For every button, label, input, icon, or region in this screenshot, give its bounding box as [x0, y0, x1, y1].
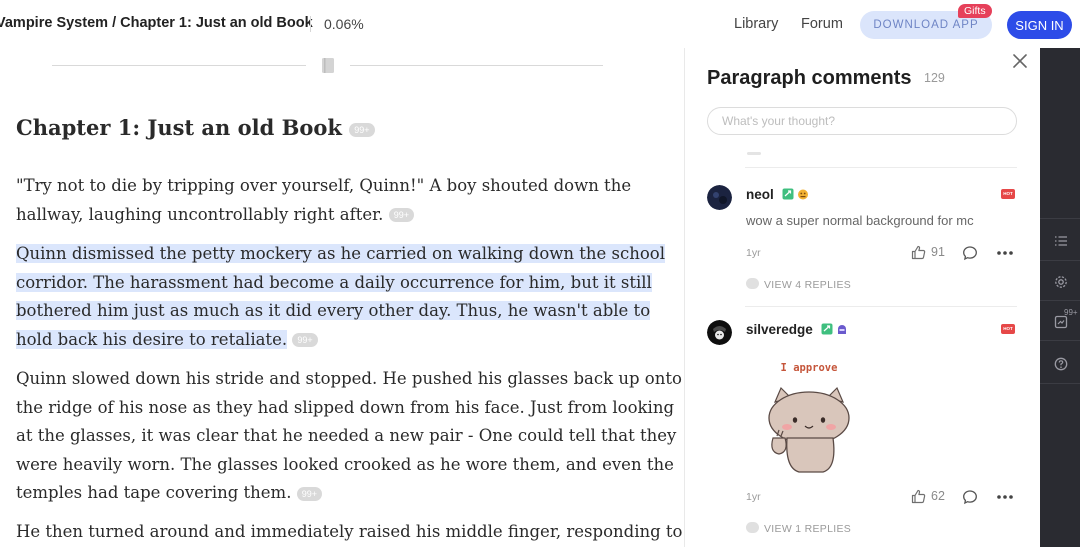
more-icon[interactable] [996, 250, 1014, 256]
like-count: 91 [931, 245, 945, 259]
paragraph-comments-panel: Paragraph comments 129 neol HOT wow a su… [684, 48, 1040, 547]
emoji-icon [838, 325, 846, 334]
reply-icon[interactable] [962, 245, 978, 261]
sign-in-button[interactable]: SIGN IN [1007, 11, 1072, 39]
like-icon[interactable] [911, 245, 926, 260]
paragraph[interactable]: He then turned around and immediately ra… [16, 518, 682, 547]
chapter-reader: Chapter 1: Just an old Book 99+ "Try not… [0, 48, 684, 547]
comment-input[interactable] [707, 107, 1017, 135]
paragraph-comment-badge[interactable]: 99+ [388, 208, 414, 222]
rail-divider [1040, 383, 1080, 384]
rail-divider [1040, 218, 1080, 219]
view-replies-link[interactable]: VIEW 1 REPLIES [746, 522, 851, 535]
hot-tag-icon: HOT [1001, 324, 1015, 334]
more-icon[interactable] [996, 494, 1014, 500]
paragraph-comment-badge[interactable]: 99+ [296, 486, 322, 501]
breadcrumb[interactable]: Vampire System / Chapter 1: Just an old … [0, 15, 313, 31]
comment-divider [745, 167, 1017, 168]
emoji-icon [798, 189, 808, 200]
comments-title: Paragraph comments [707, 67, 912, 89]
comments-icon[interactable] [1054, 315, 1068, 329]
comments-count: 129 [924, 71, 945, 85]
nav-forum-link[interactable]: Forum [801, 16, 843, 32]
paragraph-comment-badge[interactable]: 99+ [292, 333, 318, 347]
rail-divider [1040, 260, 1080, 261]
reply-bubble-icon [746, 278, 759, 289]
help-icon[interactable] [1054, 357, 1068, 371]
reader-tool-rail: 99+ [1040, 48, 1080, 547]
cat-sticker-icon [768, 386, 850, 473]
paragraph[interactable]: "Try not to die by tripping over yoursel… [16, 172, 631, 229]
toc-icon[interactable] [1054, 234, 1068, 248]
paragraph-comment-badge[interactable]: 99+ [349, 122, 375, 137]
avatar[interactable] [707, 185, 732, 210]
rail-divider [1040, 300, 1080, 301]
like-icon[interactable] [911, 489, 926, 504]
comment-text: wow a super normal background for mc [746, 213, 974, 228]
reply-icon[interactable] [962, 489, 978, 505]
chapter-title-text: Chapter 1: Just an old Book [16, 115, 342, 140]
book-icon [322, 58, 334, 73]
reading-progress: 0.06% [324, 16, 364, 32]
paragraph[interactable]: Quinn slowed down his stride and stopped… [16, 365, 682, 508]
nav-library-link[interactable]: Library [734, 16, 778, 32]
comment-username[interactable]: silveredge [746, 322, 813, 337]
header-divider [310, 16, 311, 32]
paragraph-text: Quinn slowed down his stride and stopped… [16, 369, 682, 502]
level-icon [821, 323, 833, 335]
view-replies-link[interactable]: VIEW 4 REPLIES [746, 278, 851, 291]
paragraph-highlighted[interactable]: Quinn dismissed the petty mockery as he … [16, 240, 666, 354]
previous-comment-stub [747, 152, 761, 155]
settings-icon[interactable] [1054, 275, 1068, 289]
gifts-badge: Gifts [958, 4, 992, 18]
top-header: Vampire System / Chapter 1: Just an old … [0, 0, 1080, 48]
sticker-caption: I approve [780, 362, 838, 374]
rail-divider [1040, 340, 1080, 341]
paragraph-text: Quinn dismissed the petty mockery as he … [16, 244, 666, 349]
view-replies-label: VIEW 4 REPLIES [764, 279, 852, 291]
avatar[interactable] [707, 320, 732, 345]
close-icon[interactable] [1011, 52, 1029, 70]
chapter-ornament-line-left [52, 65, 306, 66]
like-count: 62 [931, 489, 945, 503]
chapter-title: Chapter 1: Just an old Book 99+ [16, 115, 375, 140]
comment-time: 1yr [746, 247, 761, 259]
comment-time: 1yr [746, 491, 761, 503]
hot-tag-icon: HOT [1001, 189, 1015, 199]
reply-bubble-icon [746, 522, 759, 533]
chapter-ornament-line-right [350, 65, 603, 66]
level-icon [782, 188, 794, 200]
paragraph-text: "Try not to die by tripping over yoursel… [16, 176, 632, 224]
paragraph-text: He then turned around and immediately ra… [16, 522, 683, 541]
comment-username[interactable]: neol [746, 187, 774, 202]
rail-comments-badge: 99+ [1064, 308, 1078, 317]
view-replies-label: VIEW 1 REPLIES [764, 523, 852, 535]
comment-divider [745, 306, 1017, 307]
sticker-image: I approve [761, 362, 857, 476]
